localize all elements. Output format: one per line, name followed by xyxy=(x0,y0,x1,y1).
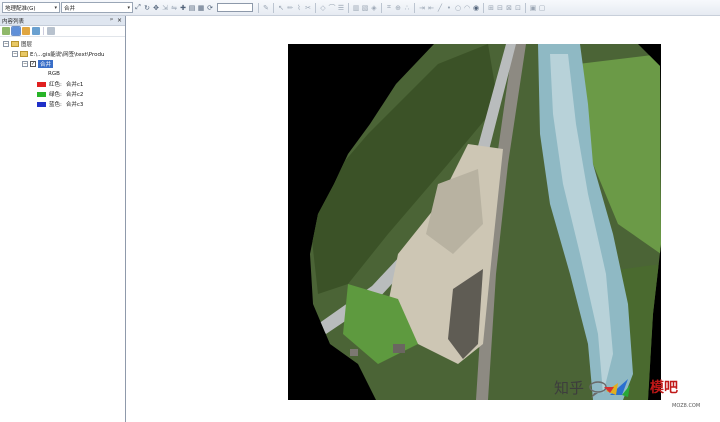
reshape-icon[interactable]: ⌒ xyxy=(328,3,336,12)
band-row-blue: 蓝色: 合并c3 xyxy=(37,100,83,108)
green-swatch xyxy=(37,91,46,97)
collapse-icon[interactable]: − xyxy=(22,61,28,67)
tool-f-icon[interactable]: ▢ xyxy=(538,3,546,12)
tree-folder-path: E:\...gis能说\网签\text\Produ xyxy=(30,52,105,58)
separator xyxy=(43,27,44,35)
georeferencing-menu[interactable]: 地理配准(G) ▾ xyxy=(2,2,60,13)
band-value: 合并c3 xyxy=(65,102,84,108)
tree-root-label: 图层 xyxy=(21,42,33,48)
sketch-tool-icon[interactable]: ✏ xyxy=(286,3,294,12)
raster-extent xyxy=(288,44,661,400)
line-icon[interactable]: ╱ xyxy=(436,3,444,12)
view-link-table-icon[interactable]: ▤ xyxy=(188,3,196,12)
add-control-points-icon[interactable]: ✚ xyxy=(179,3,187,12)
separator xyxy=(348,2,349,13)
toc-toolbar xyxy=(0,26,125,37)
flip-icon[interactable]: ⇋ xyxy=(170,3,178,12)
list-by-visibility-icon[interactable] xyxy=(22,27,30,35)
band-label: 红色: xyxy=(49,82,62,88)
update-display-icon[interactable]: ⟳ xyxy=(206,3,214,12)
georeferencing-toolbar: 地理配准(G) ▾ 合并 ▾ ⤢ ↻ ✥ ⇲ ⇋ ✚ ▤ ▦ ⟳ ✎ ↖ ✏ ⌇… xyxy=(0,0,720,16)
list-by-selection-icon[interactable] xyxy=(32,27,40,35)
trim-icon[interactable]: ⇤ xyxy=(427,3,435,12)
tree-root[interactable]: − 图层 xyxy=(3,40,32,48)
edit-tool-icon[interactable]: ↖ xyxy=(277,3,285,12)
band-label: 蓝色: xyxy=(49,102,62,108)
mozhi-logo xyxy=(589,379,631,398)
chevron-down-icon: ▾ xyxy=(54,4,57,11)
toc-header: 内容列表 ᵖ × xyxy=(0,16,125,26)
globe-icon[interactable]: ◉ xyxy=(472,3,480,12)
trace-icon[interactable]: ⌇ xyxy=(295,3,303,12)
pin-icon[interactable]: ᵖ xyxy=(110,17,113,24)
separator xyxy=(315,2,316,13)
separator xyxy=(483,2,484,13)
folder-icon xyxy=(20,51,28,57)
band-value: 合并c1 xyxy=(65,82,84,88)
blue-swatch xyxy=(37,101,46,107)
separator xyxy=(525,2,526,13)
map-display[interactable]: 知乎 模吧 xyxy=(127,16,720,422)
options-icon[interactable] xyxy=(47,27,55,35)
site-name: 模吧 xyxy=(650,380,679,396)
shift-icon[interactable]: ✥ xyxy=(152,3,160,12)
band-row-green: 绿色: 合并c2 xyxy=(37,90,83,98)
split-icon[interactable]: ✂ xyxy=(304,3,312,12)
rotate-icon[interactable]: ↻ xyxy=(143,3,151,12)
sketch-properties-icon[interactable]: ▧ xyxy=(361,3,369,12)
point-icon[interactable]: • xyxy=(445,3,453,12)
topology-icon[interactable]: ⌗ xyxy=(385,3,393,12)
layers-icon xyxy=(11,41,19,47)
tool-e-icon[interactable]: ▣ xyxy=(529,3,537,12)
band-row-red: 红色: 合并c1 xyxy=(37,80,83,88)
band-label: 绿色: xyxy=(49,92,62,98)
scale-icon[interactable]: ⇲ xyxy=(161,3,169,12)
vertex-icon[interactable]: ◇ xyxy=(319,3,327,12)
attributes-icon[interactable]: ☰ xyxy=(337,3,345,12)
zhihu-watermark: 知乎 xyxy=(554,378,585,397)
link-table-icon[interactable]: ▦ xyxy=(197,3,205,12)
separator xyxy=(273,2,274,13)
collapse-icon[interactable]: − xyxy=(12,51,18,57)
snapping-icon[interactable]: ⊕ xyxy=(394,3,402,12)
chevron-down-icon: ▾ xyxy=(127,4,130,11)
separator xyxy=(258,2,259,13)
rgb-label: RGB xyxy=(48,71,60,77)
separator xyxy=(414,2,415,13)
table-of-contents-panel: 内容列表 ᵖ × − 图层 − E:\...gis能说\网签\text\Prod… xyxy=(0,16,126,422)
layer-select[interactable]: 合并 ▾ xyxy=(61,2,133,13)
aerial-raster-image xyxy=(288,44,661,400)
close-icon[interactable]: × xyxy=(117,17,122,24)
layer-visibility-checkbox[interactable]: ✓ xyxy=(30,61,36,67)
tree-folder[interactable]: − E:\...gis能说\网签\text\Produ xyxy=(12,50,104,58)
create-features-icon[interactable]: ◈ xyxy=(370,3,378,12)
fit-to-display-icon[interactable]: ⤢ xyxy=(134,3,142,12)
georeferencing-menu-label: 地理配准(G) xyxy=(5,5,36,12)
separator xyxy=(381,2,382,13)
rgb-label-row: RGB xyxy=(48,70,60,78)
layer-name[interactable]: 合并 xyxy=(38,60,54,68)
red-swatch xyxy=(37,81,46,87)
circle-icon[interactable]: ○ xyxy=(454,3,462,12)
construct-points-icon[interactable]: ∴ xyxy=(403,3,411,12)
tool-a-icon[interactable]: ⊞ xyxy=(487,3,495,12)
collapse-icon[interactable]: − xyxy=(3,41,9,47)
layer-select-value: 合并 xyxy=(64,5,76,12)
scale-input[interactable] xyxy=(217,3,253,12)
site-url: MOZ8.COM xyxy=(672,403,701,409)
tool-c-icon[interactable]: ⊠ xyxy=(505,3,513,12)
list-by-source-icon[interactable] xyxy=(11,26,21,36)
list-by-drawing-order-icon[interactable] xyxy=(2,27,10,35)
watermark: 知乎 模吧 xyxy=(554,373,678,401)
extend-icon[interactable]: ⇥ xyxy=(418,3,426,12)
tool-d-icon[interactable]: ⊡ xyxy=(514,3,522,12)
tree-layer[interactable]: − ✓ 合并 xyxy=(22,60,54,68)
band-value: 合并c2 xyxy=(65,92,84,98)
table-icon[interactable]: ▥ xyxy=(352,3,360,12)
tool-b-icon[interactable]: ⊟ xyxy=(496,3,504,12)
toc-title: 内容列表 xyxy=(2,18,25,25)
arc-icon[interactable]: ◠ xyxy=(463,3,471,12)
editor-icon[interactable]: ✎ xyxy=(262,3,270,12)
